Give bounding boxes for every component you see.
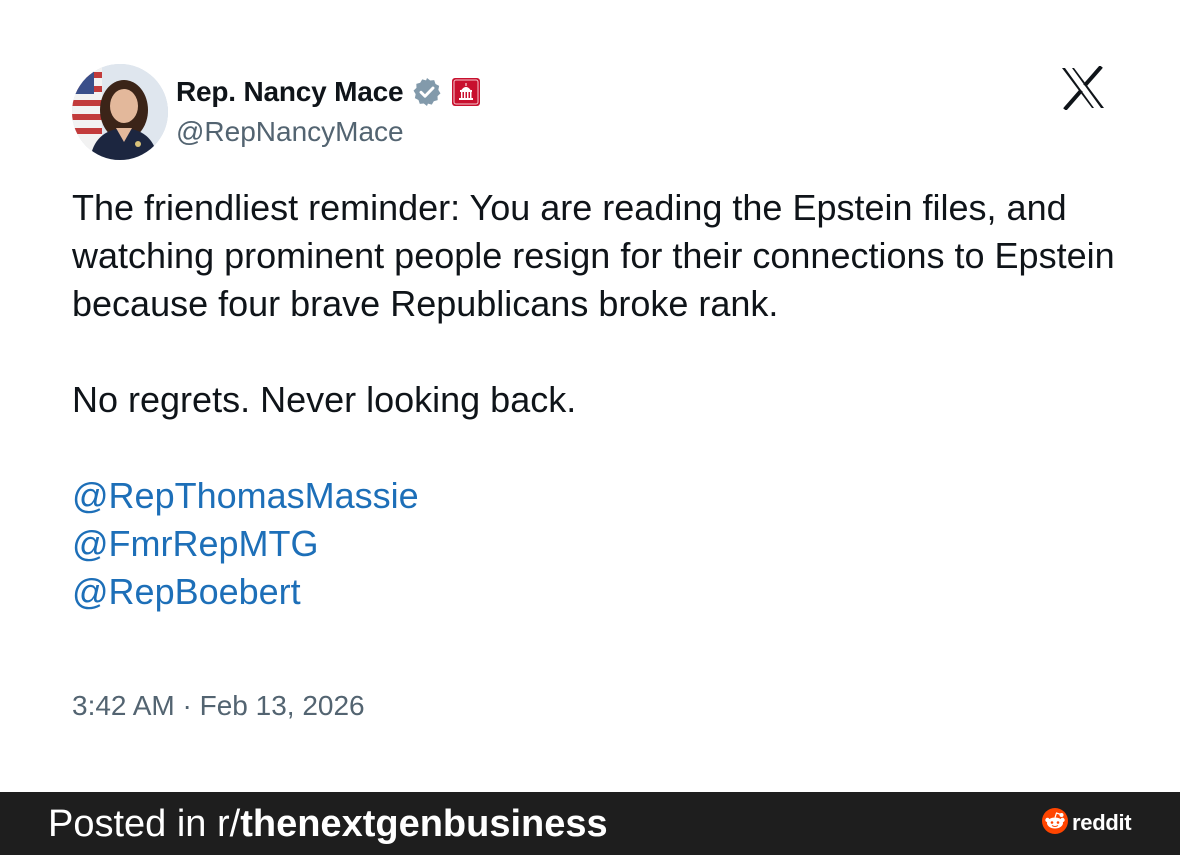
subreddit-name[interactable]: thenextgenbusiness [240,803,607,845]
reddit-wordmark: reddit [1072,810,1132,835]
avatar-image [72,64,168,160]
verified-icon [411,76,443,108]
posted-in-prefix: Posted in r/ [48,803,241,845]
author-name-row: Rep. Nancy Mace [176,72,481,112]
mention-link[interactable]: @FmrRepMTG [72,520,1122,568]
display-name[interactable]: Rep. Nancy Mace [176,76,404,108]
tweet-paragraph: The friendliest reminder: You are readin… [72,187,1115,324]
author-handle[interactable]: @RepNancyMace [176,116,404,148]
reddit-footer-bar: Posted in r/thenextgenbusiness reddit [0,792,1180,855]
x-logo-icon[interactable] [1060,65,1106,111]
tweet-paragraph: No regrets. Never looking back. [72,379,577,420]
reddit-logo-icon [1042,807,1068,839]
tweet-card: Rep. Nancy Mace @RepNancyMace The friend… [0,0,1180,792]
tweet-timestamp[interactable]: 3:42 AM · Feb 13, 2026 [72,690,365,722]
government-badge-icon [451,77,481,107]
mention-link[interactable]: @RepBoebert [72,568,1122,616]
mention-link[interactable]: @RepThomasMassie [72,472,1122,520]
posted-in-label: Posted in r/thenextgenbusiness [48,800,608,848]
avatar[interactable] [72,64,168,160]
reddit-brand[interactable]: reddit [1042,807,1132,839]
mentions-list: @RepThomasMassie @FmrRepMTG @RepBoebert [72,472,1122,616]
tweet-text: The friendliest reminder: You are readin… [72,184,1122,616]
